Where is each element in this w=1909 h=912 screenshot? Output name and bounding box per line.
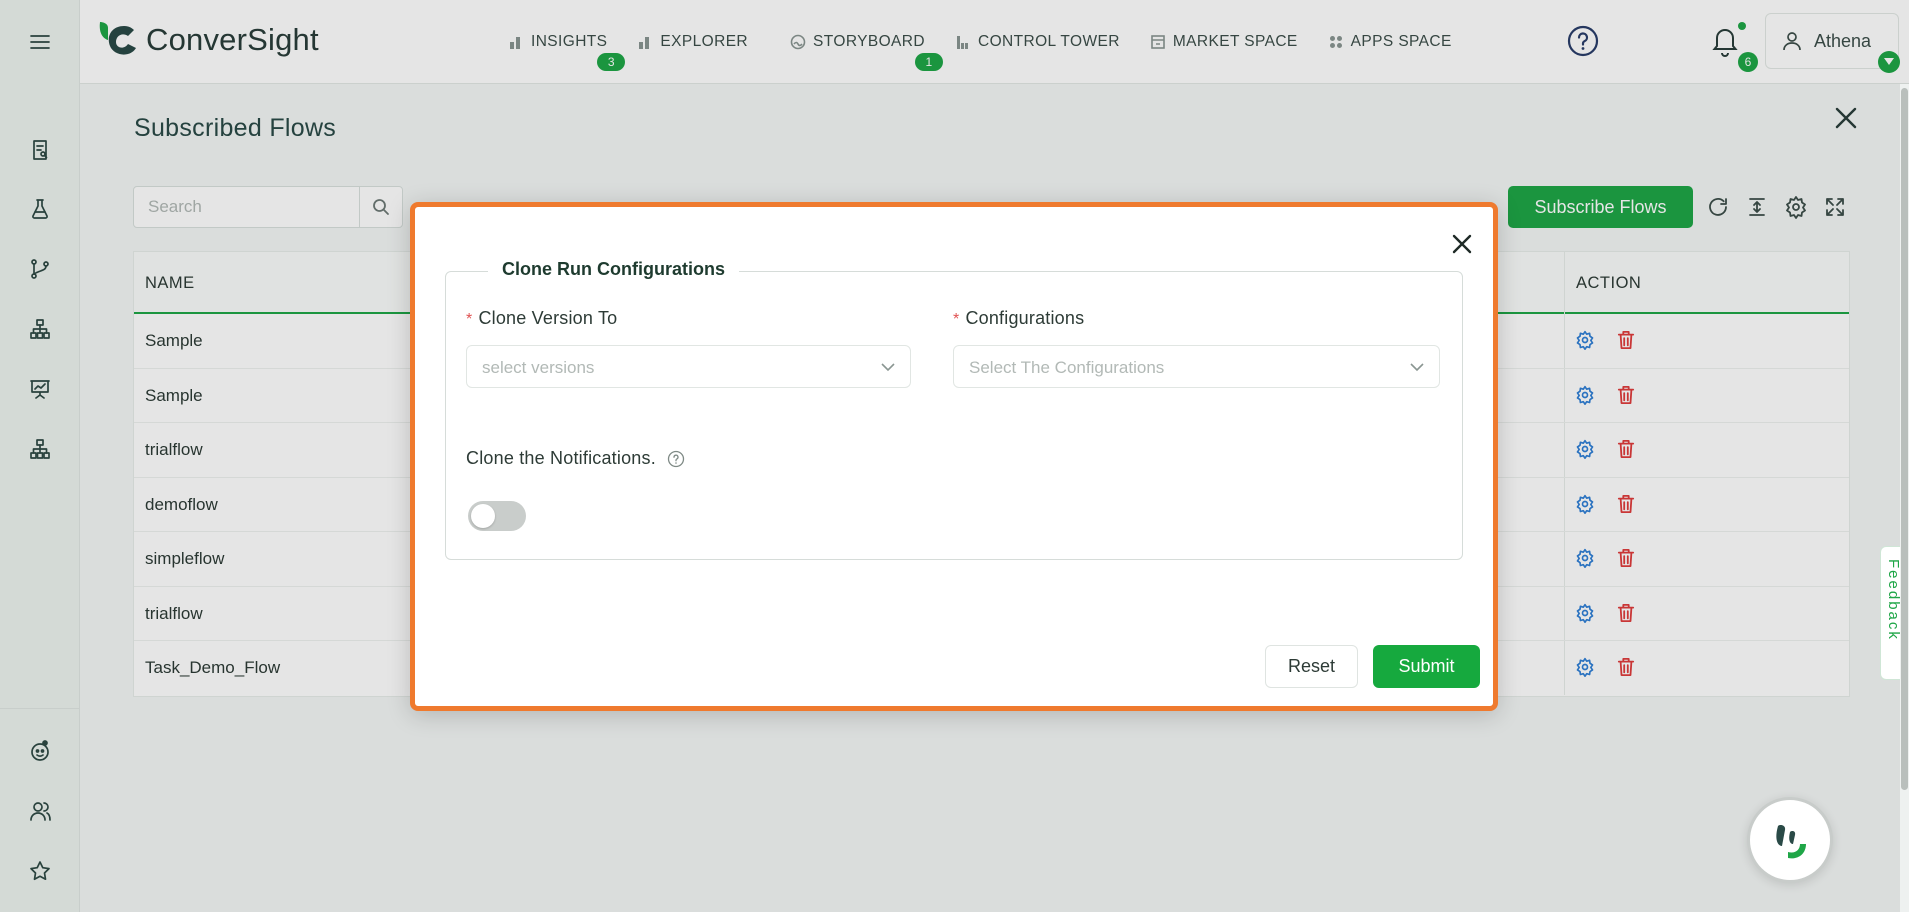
required-mark: * [953,311,960,328]
clone-version-label: * Clone Version To [466,308,617,329]
clone-config-fieldset: Clone Run Configurations * Clone Version … [445,259,1463,560]
clone-version-label-text: Clone Version To [478,308,618,328]
configurations-select[interactable]: Select The Configurations [953,345,1440,388]
fieldset-legend: Clone Run Configurations [488,259,739,280]
required-mark: * [466,311,473,328]
clone-version-select[interactable]: select versions [466,345,911,388]
toggle-knob [471,504,495,528]
scrollbar-thumb[interactable] [1901,88,1908,790]
close-icon[interactable] [1449,231,1475,257]
clone-notifications-toggle[interactable] [468,501,526,531]
configurations-placeholder: Select The Configurations [969,358,1165,377]
chat-assistant-button[interactable] [1747,797,1833,883]
clone-run-configurations-dialog: Clone Run Configurations * Clone Version … [410,202,1498,711]
reset-button[interactable]: Reset [1265,645,1358,688]
clone-version-placeholder: select versions [482,358,595,377]
configurations-label: * Configurations [953,308,1084,329]
clone-notifications-label-text: Clone the Notifications. [466,448,656,468]
chevron-down-icon [881,363,895,372]
question-circle-icon[interactable] [667,450,685,468]
submit-button[interactable]: Submit [1373,645,1480,688]
clone-notifications-label: Clone the Notifications. [466,448,685,469]
chat-assistant-icon [1776,825,1806,859]
chevron-down-icon [1410,363,1424,372]
configurations-label-text: Configurations [965,308,1085,328]
